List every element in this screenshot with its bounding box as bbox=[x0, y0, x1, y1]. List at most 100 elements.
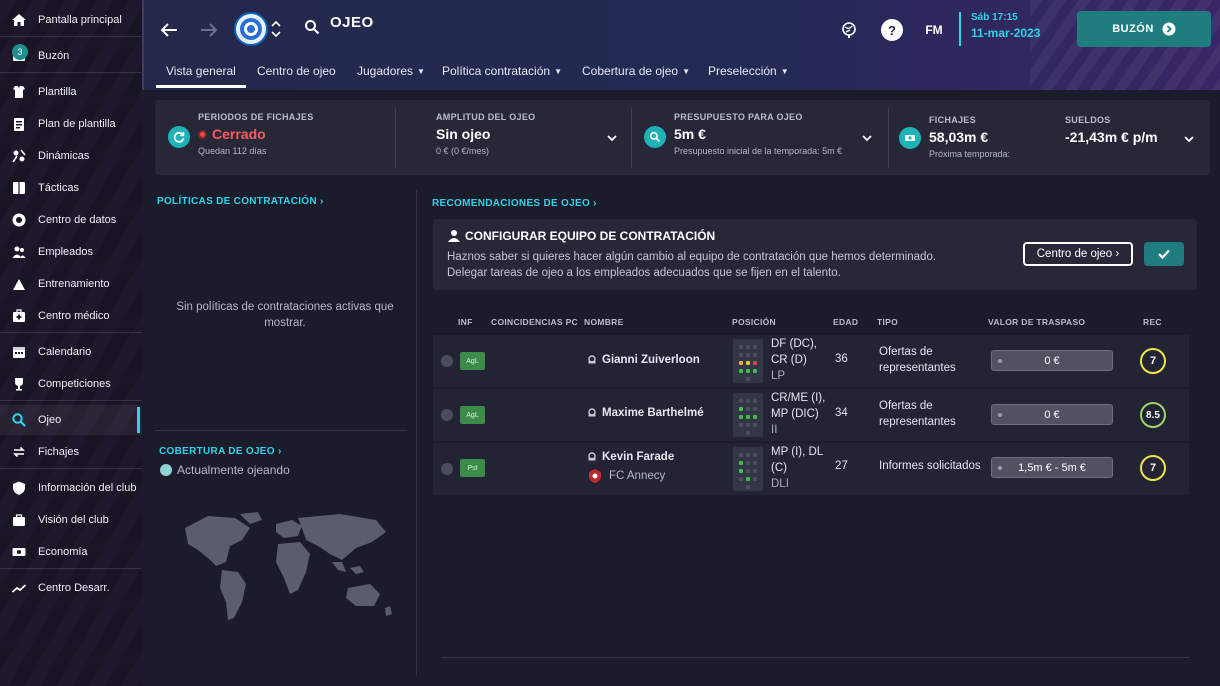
back-button[interactable] bbox=[156, 17, 182, 43]
position-dot bbox=[739, 469, 743, 473]
scouting-recommendations-link[interactable]: RECOMENDACIONES DE OJEO › bbox=[432, 198, 597, 209]
position-dot bbox=[739, 361, 743, 365]
player-name-cell[interactable]: Kevin Farade bbox=[587, 451, 674, 463]
club-badge-button[interactable] bbox=[234, 12, 268, 46]
sidebar-item-squad-planner[interactable]: Plan de plantilla bbox=[0, 109, 142, 139]
coverage-status: Actualmente ojeando bbox=[160, 463, 290, 477]
checkmark-icon bbox=[1158, 249, 1170, 260]
sidebar-item-dev-centre[interactable]: Centro Desarr. bbox=[0, 573, 142, 603]
scouting-coverage-link[interactable]: COBERTURA DE OJEO › bbox=[159, 446, 282, 457]
divider bbox=[0, 400, 142, 401]
value-marker bbox=[998, 413, 1002, 417]
summary-bar: PERIODOS DE FICHAJES Cerrado Quedan 112 … bbox=[155, 100, 1210, 175]
fm-menu-button[interactable]: FM bbox=[921, 19, 947, 41]
transfer-budget-panel[interactable]: FICHAJES 58,03m € Próxima temporada: bbox=[929, 115, 1010, 190]
sidebar-item-club-info[interactable]: Información del club bbox=[0, 473, 142, 503]
chevron-right-icon: › bbox=[1115, 248, 1120, 260]
development-icon bbox=[0, 580, 38, 596]
player-name: Kevin Farade bbox=[602, 451, 675, 463]
type-line: representantes bbox=[879, 416, 956, 428]
tab-recruitment-policy[interactable]: Política contratación ▼ bbox=[432, 62, 572, 88]
chevron-down-icon[interactable] bbox=[607, 134, 617, 142]
search-button[interactable] bbox=[302, 17, 322, 37]
arrow-right-icon bbox=[201, 23, 218, 37]
sidebar-item-squad[interactable]: Plantilla bbox=[0, 77, 142, 107]
confirm-button[interactable] bbox=[1144, 242, 1184, 266]
scouting-budget-panel[interactable]: PRESUPUESTO PARA OJEO 5m € Presupuesto i… bbox=[674, 112, 884, 187]
position-dot bbox=[739, 369, 743, 373]
continue-inbox-button[interactable]: BUZÓN bbox=[1077, 11, 1211, 47]
select-icon[interactable] bbox=[441, 409, 453, 421]
chevron-down-icon: ▼ bbox=[554, 67, 562, 76]
column-header-type[interactable]: TIPO bbox=[877, 317, 898, 327]
scouting-range-panel[interactable]: AMPLITUD DEL OJEO Sin ojeo 0 € (0 €/mes) bbox=[436, 112, 622, 187]
currently-scouting-icon bbox=[160, 464, 172, 476]
divider bbox=[155, 430, 407, 431]
transfer-budget-label: FICHAJES bbox=[929, 115, 976, 125]
column-header-name[interactable]: NOMBRE bbox=[584, 317, 624, 327]
club-switcher[interactable] bbox=[270, 16, 282, 42]
chevron-down-icon[interactable] bbox=[1184, 135, 1194, 143]
player-name-cell[interactable]: Maxime Barthelmé bbox=[587, 407, 704, 419]
section-title-text: RECOMENDACIONES DE OJEO bbox=[432, 198, 591, 209]
select-icon[interactable] bbox=[441, 355, 453, 367]
arrow-left-icon bbox=[160, 23, 177, 37]
sidebar-item-data-hub[interactable]: Centro de datos bbox=[0, 205, 142, 235]
column-header-position[interactable]: POSICIÓN bbox=[732, 317, 776, 327]
transfer-window-remaining: Quedan 112 días bbox=[198, 146, 267, 156]
column-header-rec[interactable]: REC bbox=[1143, 317, 1162, 327]
column-header-matches[interactable]: COINCIDENCIAS PC bbox=[491, 317, 578, 327]
table-row[interactable]: Pst Kevin Farade FC Annecy MP (I), DL (C… bbox=[433, 443, 1189, 495]
position-line: LP bbox=[771, 370, 786, 382]
column-header-transfer-value[interactable]: VALOR DE TRASPASO bbox=[988, 317, 1085, 327]
transfer-window-panel[interactable]: PERIODOS DE FICHAJES Cerrado Quedan 112 … bbox=[198, 112, 314, 187]
inbox-icon: 3 bbox=[0, 44, 38, 64]
position-dot bbox=[753, 407, 757, 411]
help-button[interactable]: ? bbox=[881, 19, 903, 41]
sidebar-item-transfers[interactable]: Fichajes bbox=[0, 437, 142, 467]
tab-shortlist[interactable]: Preselección ▼ bbox=[698, 62, 799, 88]
tab-scouting-centre[interactable]: Centro de ojeo bbox=[247, 62, 346, 88]
sidebar-item-home[interactable]: Pantalla principal bbox=[0, 5, 142, 35]
sidebar-item-dynamics[interactable]: Dinámicas bbox=[0, 141, 142, 171]
sidebar-item-inbox[interactable]: 3 Buzón bbox=[0, 41, 142, 71]
sidebar-item-tactics[interactable]: Tácticas bbox=[0, 173, 142, 203]
player-name-cell[interactable]: Gianni Zuiverloon bbox=[587, 354, 700, 366]
table-row[interactable]: AgL Gianni Zuiverloon DF (DC), CR (D) LP… bbox=[433, 335, 1189, 387]
sidebar-item-competitions[interactable]: Competiciones bbox=[0, 369, 142, 399]
sidebar-item-label: Competiciones bbox=[38, 378, 111, 390]
tab-players[interactable]: Jugadores ▼ bbox=[347, 62, 435, 88]
chevron-down-icon[interactable] bbox=[862, 134, 872, 142]
chevron-down-icon bbox=[271, 31, 281, 38]
tab-overview[interactable]: Vista general bbox=[156, 62, 246, 88]
column-header-inf[interactable]: INF bbox=[458, 317, 473, 327]
sidebar-item-calendar[interactable]: Calendario bbox=[0, 337, 142, 367]
arrow-circle-icon bbox=[1162, 22, 1176, 36]
value-marker bbox=[998, 466, 1002, 470]
date-display[interactable]: Sáb 17:15 11-mar-2023 bbox=[959, 12, 1040, 46]
select-icon[interactable] bbox=[441, 463, 453, 475]
sidebar-item-finances[interactable]: Economía bbox=[0, 537, 142, 567]
player-club-cell[interactable]: FC Annecy bbox=[588, 468, 665, 484]
position-text: MP (I), DL (C) DLI bbox=[771, 444, 823, 492]
sidebar-item-scouting[interactable]: Ojeo bbox=[0, 405, 142, 435]
recruitment-policies-link[interactable]: POLÍTICAS DE CONTRATACIÓN › bbox=[157, 196, 324, 207]
wage-budget-panel[interactable]: SUELDOS -21,43m € p/m bbox=[1065, 115, 1158, 190]
globe-icon bbox=[842, 22, 856, 38]
sidebar-item-medical[interactable]: Centro médico bbox=[0, 301, 142, 331]
position-dot bbox=[753, 477, 757, 481]
sidebar-item-training[interactable]: Entrenamiento bbox=[0, 269, 142, 299]
world-map[interactable] bbox=[180, 510, 400, 635]
sidebar-item-label: Centro médico bbox=[38, 310, 110, 322]
column-header-age[interactable]: EDAD bbox=[833, 317, 858, 327]
table-row[interactable]: AgL Maxime Barthelmé CR/ME (I), MP (DIC)… bbox=[433, 389, 1189, 441]
sidebar-item-staff[interactable]: Empleados bbox=[0, 237, 142, 267]
divider bbox=[0, 72, 142, 73]
world-button[interactable] bbox=[838, 19, 860, 41]
sidebar-item-club-vision[interactable]: Visión del club bbox=[0, 505, 142, 535]
scouting-range-value: Sin ojeo bbox=[436, 126, 491, 142]
forward-button[interactable] bbox=[196, 17, 222, 43]
scouting-centre-button[interactable]: Centro de ojeo › bbox=[1023, 242, 1133, 266]
rec-rating: 7 bbox=[1140, 455, 1166, 481]
tab-scouting-coverage[interactable]: Cobertura de ojeo ▼ bbox=[572, 62, 700, 88]
